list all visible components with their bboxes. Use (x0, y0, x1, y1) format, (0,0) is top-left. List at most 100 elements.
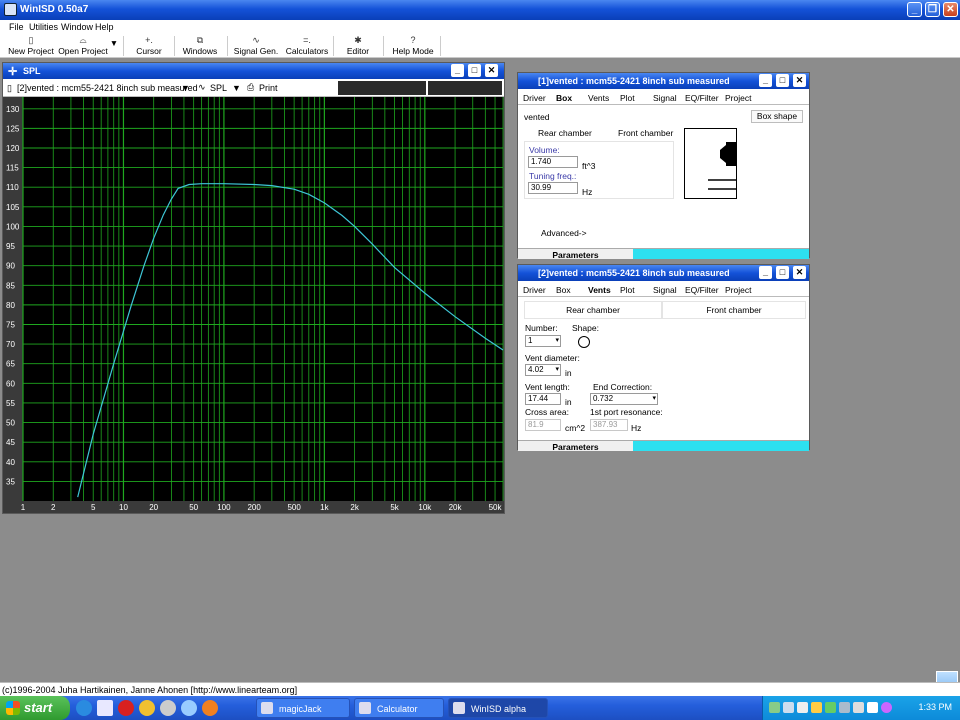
box-window-title-bar: [1]vented : mcm55-2421 8inch sub measure… (518, 73, 809, 89)
spl-window-title-bar: ✛ SPL _ □ ✕ (3, 63, 504, 79)
tab-box[interactable]: Box (556, 285, 571, 295)
y-tick-label: 125 (6, 124, 20, 133)
tray-icon[interactable] (825, 702, 836, 713)
windows-button[interactable]: ⧉ Windows (178, 34, 222, 58)
start-button[interactable]: start (0, 696, 70, 720)
sine-wave-icon: ∿ (252, 35, 260, 45)
tray-icon[interactable] (797, 702, 808, 713)
tab-driver[interactable]: Driver (523, 285, 546, 295)
volume-input[interactable]: 1.740 (528, 156, 578, 168)
tab-box[interactable]: Box (556, 93, 572, 103)
box-minimize-button[interactable]: _ (759, 74, 772, 87)
y-tick-label: 65 (6, 360, 15, 369)
tuning-unit: Hz (582, 187, 593, 197)
tab-vents[interactable]: Vents (588, 285, 611, 295)
tab-plot[interactable]: Plot (620, 93, 635, 103)
vents-close-button[interactable]: ✕ (793, 266, 806, 279)
spl-minimize-button[interactable]: _ (451, 64, 464, 77)
vents-maximize-button[interactable]: □ (776, 266, 789, 279)
tab-signal[interactable]: Signal (653, 93, 677, 103)
tray-icon[interactable] (839, 702, 850, 713)
end-correction-label: End Correction: (593, 382, 653, 392)
menu-window[interactable]: Window (61, 22, 93, 32)
tray-icon[interactable] (881, 702, 892, 713)
tab-front-chamber[interactable]: Front chamber (662, 301, 806, 319)
vents-window: [2]vented : mcm55-2421 8inch sub measure… (517, 264, 810, 452)
print-button[interactable]: Print (259, 83, 278, 93)
help-mode-button[interactable]: ? Help Mode (390, 34, 436, 58)
y-tick-label: 120 (6, 144, 20, 153)
tab-signal[interactable]: Signal (653, 285, 677, 295)
task-winisd[interactable]: WinISD alpha (448, 698, 548, 718)
box-maximize-button[interactable]: □ (776, 74, 789, 87)
menu-file[interactable]: File (9, 22, 24, 32)
vents-parameters-bar[interactable]: Parameters (518, 440, 809, 452)
advanced-button[interactable]: Advanced-> (541, 228, 587, 238)
y-tick-label: 45 (6, 438, 15, 447)
new-project-button[interactable]: ▯ New Project (6, 34, 56, 58)
spl-close-button[interactable]: ✕ (485, 64, 498, 77)
vent-diameter-unit: in (565, 368, 572, 378)
tray-icon[interactable] (769, 702, 780, 713)
open-project-button[interactable]: ⌓ Open Project (58, 34, 108, 58)
menu-utilities[interactable]: Utilities (29, 22, 58, 32)
project-select[interactable]: [2]vented : mcm55-2421 8inch sub measure… (17, 83, 198, 93)
tray-icon[interactable] (853, 702, 864, 713)
tray-icon[interactable] (783, 702, 794, 713)
tuning-input[interactable]: 30.99 (528, 182, 578, 194)
graph-select[interactable]: SPL (210, 83, 227, 93)
quicklaunch-icon-2[interactable] (181, 700, 197, 716)
number-select[interactable]: 1 ▾ (525, 335, 561, 347)
tab-front-chamber[interactable]: Front chamber (618, 128, 673, 138)
signal-gen-button[interactable]: ∿ Signal Gen. (232, 34, 280, 58)
spl-maximize-button[interactable]: □ (468, 64, 481, 77)
vent-length-input[interactable]: 17.44 (525, 393, 561, 405)
app-quicklaunch-icon[interactable] (118, 700, 134, 716)
task-calculator[interactable]: Calculator (354, 698, 444, 718)
documents-icon[interactable] (97, 700, 113, 716)
box-type-label: vented (524, 112, 550, 122)
firefox-icon[interactable] (202, 700, 218, 716)
ie-icon[interactable] (76, 700, 92, 716)
tab-project[interactable]: Project (725, 93, 751, 103)
port-resonance-unit: Hz (631, 423, 642, 433)
app-title-bar: WinISD 0.50a7 _ ❐ ✕ (0, 0, 960, 20)
tab-driver[interactable]: Driver (523, 93, 546, 103)
vent-diameter-select[interactable]: 4.02 ▾ (525, 364, 561, 376)
task-magicjack[interactable]: magicJack (256, 698, 350, 718)
close-button[interactable]: ✕ (943, 2, 958, 17)
tab-eq-filter[interactable]: EQ/Filter (685, 93, 719, 103)
tab-eq-filter[interactable]: EQ/Filter (685, 285, 719, 295)
tray-icon[interactable] (811, 702, 822, 713)
restore-button[interactable]: ❐ (925, 2, 940, 17)
minimize-button[interactable]: _ (907, 2, 922, 17)
tab-rear-chamber[interactable]: Rear chamber (538, 128, 592, 138)
editor-button[interactable]: ✱ Editor (338, 34, 378, 58)
graph-select-arrow[interactable]: ▼ (232, 83, 241, 93)
tab-vents[interactable]: Vents (588, 93, 609, 103)
circle-shape-icon[interactable] (578, 336, 590, 348)
vent-length-label: Vent length: (525, 382, 570, 392)
menu-help[interactable]: Help (95, 22, 114, 32)
x-tick-label: 100 (217, 503, 231, 512)
y-tick-label: 35 (6, 477, 15, 486)
open-project-dropdown[interactable]: ▼ (109, 38, 119, 62)
calculators-button[interactable]: =. Calculators (284, 34, 330, 58)
quicklaunch-icon[interactable] (160, 700, 176, 716)
tab-plot[interactable]: Plot (620, 285, 635, 295)
box-shape-button[interactable]: Box shape (751, 110, 803, 123)
vents-window-title-bar: [2]vented : mcm55-2421 8inch sub measure… (518, 265, 809, 281)
project-select-arrow[interactable]: ▼ (181, 83, 190, 93)
cursor-button[interactable]: +. Cursor (128, 34, 170, 58)
volume-unit: ft^3 (582, 161, 596, 171)
box-parameters-bar[interactable]: Parameters (518, 248, 809, 260)
x-tick-label: 2k (350, 503, 359, 512)
tray-icon[interactable] (867, 702, 878, 713)
vents-minimize-button[interactable]: _ (759, 266, 772, 279)
tab-rear-chamber[interactable]: Rear chamber (524, 301, 662, 319)
status-bar: (c)1996-2004 Juha Hartikainen, Janne Aho… (0, 682, 960, 696)
end-correction-select[interactable]: 0.732 ▾ (590, 393, 658, 405)
box-close-button[interactable]: ✕ (793, 74, 806, 87)
chrome-icon[interactable] (139, 700, 155, 716)
tab-project[interactable]: Project (725, 285, 751, 295)
